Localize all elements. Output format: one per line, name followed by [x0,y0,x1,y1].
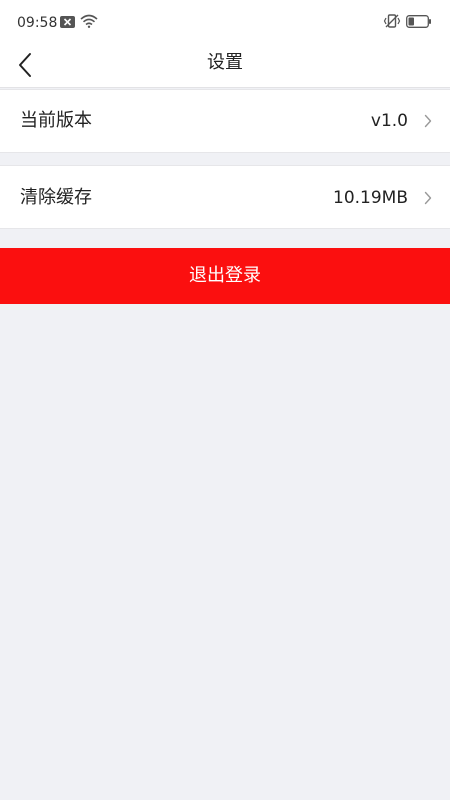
cache-size-value: 10.19MB [333,188,408,208]
wifi-icon [80,14,98,28]
status-bar: 09:58 [0,0,450,44]
chevron-right-icon [424,191,432,205]
vibrate-icon [383,14,401,28]
version-value: v1.0 [370,111,408,131]
notification-close-icon [60,16,75,28]
settings-row-clear-cache[interactable]: 清除缓存 10.19MB [0,165,450,229]
battery-icon [406,15,431,28]
settings-row-label: 清除缓存 [20,187,92,208]
chevron-right-icon [424,114,432,128]
nav-bar: 设置 [0,44,450,88]
status-time: 09:58 [17,15,58,31]
settings-screen: 09:58 设置 当前版本 v1.0 清除缓存 10.19MB 退出登录 [0,0,450,800]
logout-button[interactable]: 退出登录 [0,248,450,304]
settings-row-version[interactable]: 当前版本 v1.0 [0,89,450,153]
settings-row-label: 当前版本 [20,110,92,131]
page-title: 设置 [207,52,243,73]
